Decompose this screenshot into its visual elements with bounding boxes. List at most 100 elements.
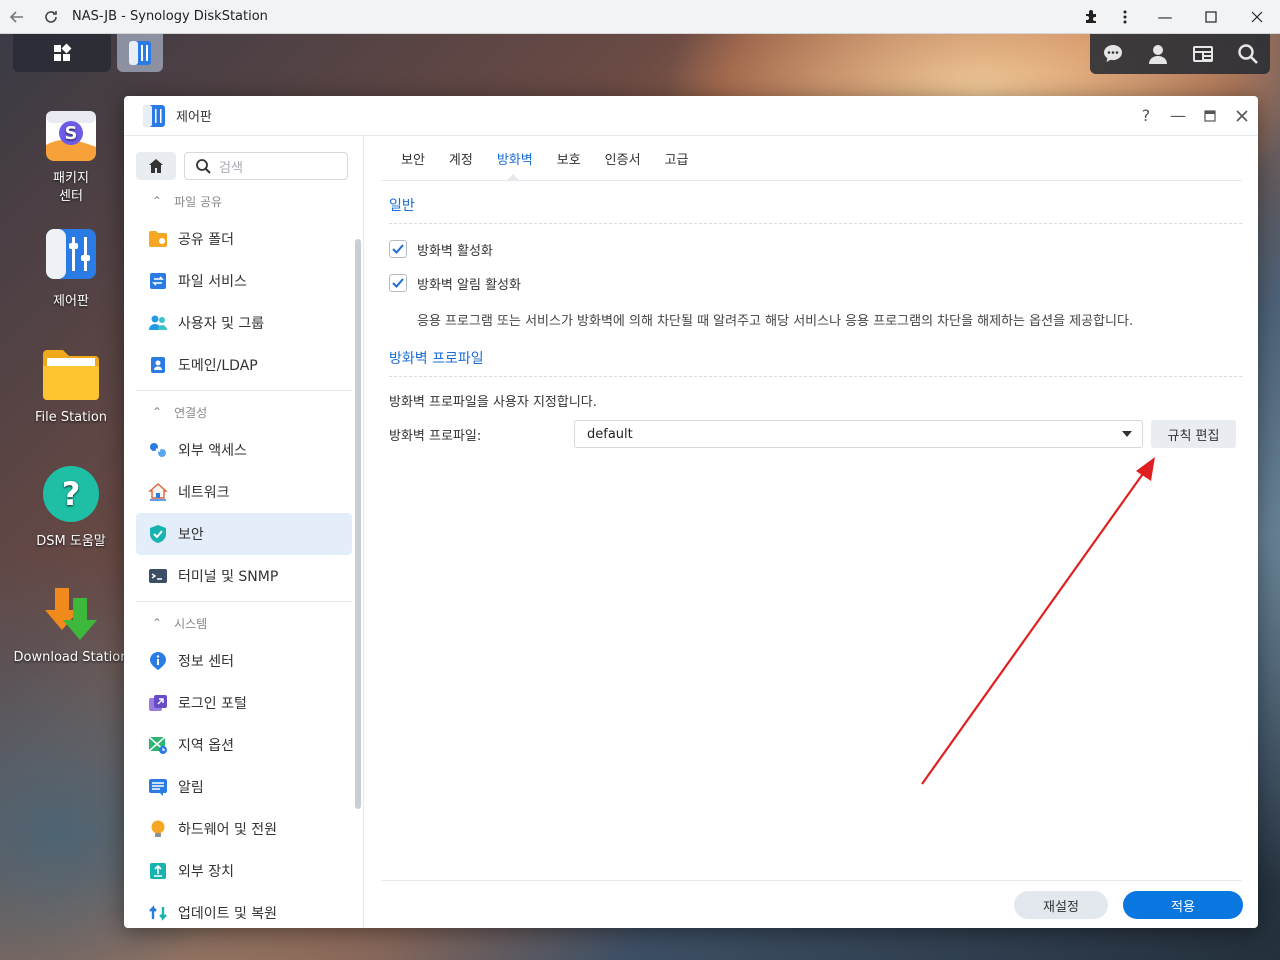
sidebar-item-label: 터미널 및 SNMP — [178, 569, 279, 585]
tab-certificate[interactable]: 인증서 — [593, 149, 653, 180]
sidebar-item-info-center[interactable]: 정보 센터 — [136, 640, 352, 682]
sidebar-item-login-portal[interactable]: 로그인 포털 — [136, 682, 352, 724]
domain-icon — [148, 355, 168, 375]
sidebar-item-users-groups[interactable]: 사용자 및 그룹 — [136, 302, 352, 344]
control-panel-icon — [41, 224, 101, 284]
desktop-download-station[interactable]: Download Station — [11, 584, 131, 665]
tab-protection[interactable]: 보호 — [545, 149, 593, 180]
tab-account[interactable]: 계정 — [437, 149, 485, 180]
enable-firewall-checkbox[interactable] — [389, 240, 407, 258]
apply-button[interactable]: 적용 — [1123, 891, 1243, 919]
lightbulb-icon — [148, 819, 168, 839]
search-placeholder: 검색 — [219, 160, 243, 176]
sidebar-item-label: 도메인/LDAP — [178, 358, 258, 374]
tab-firewall[interactable]: 방화벽 — [485, 149, 545, 180]
system-tray — [1090, 34, 1270, 74]
update-arrows-icon — [148, 903, 168, 923]
main-menu-button[interactable] — [13, 34, 111, 72]
sidebar-item-external-devices[interactable]: 외부 장치 — [136, 850, 352, 892]
back-icon[interactable] — [0, 0, 34, 34]
sidebar-item-label: 외부 액세스 — [178, 443, 247, 459]
sidebar-item-label: 지역 옵션 — [178, 738, 234, 754]
sidebar-item-update-restore[interactable]: 업데이트 및 복원 — [136, 892, 352, 928]
reset-button[interactable]: 재설정 — [1014, 891, 1108, 919]
close-icon[interactable] — [1226, 96, 1258, 136]
enable-notifications-label: 방화벽 알림 활성화 — [417, 277, 521, 293]
profile-select-value: default — [587, 426, 633, 442]
tab-advanced[interactable]: 고급 — [653, 149, 701, 180]
enable-notifications-row: 방화벽 알림 활성화 — [389, 266, 1258, 300]
enable-notifications-checkbox[interactable] — [389, 274, 407, 292]
extensions-icon[interactable] — [1074, 0, 1108, 34]
sidebar-item-security[interactable]: 보안 — [136, 513, 352, 555]
dsm-desktop: S 패키지센터 제어판 File Station ? DSM 도움말 Downl… — [0, 34, 1280, 960]
maximize-icon[interactable] — [1188, 0, 1234, 34]
widgets-icon[interactable] — [1190, 41, 1216, 67]
sidebar-item-label: 공유 폴더 — [178, 232, 234, 248]
search-icon[interactable] — [1235, 41, 1261, 67]
sidebar-item-shared-folder[interactable]: 공유 폴더 — [136, 218, 352, 260]
external-access-icon — [148, 440, 168, 460]
desktop-control-panel[interactable]: 제어판 — [11, 224, 131, 309]
desktop-icon-label: 패키지 — [53, 171, 89, 186]
enable-firewall-label: 방화벽 활성화 — [417, 243, 493, 259]
tab-bar: 보안 계정 방화벽 보호 인증서 고급 — [365, 136, 1258, 180]
svg-text:?: ? — [62, 475, 81, 513]
desktop-icon-label: DSM 도움말 — [36, 534, 106, 549]
window-header: 제어판 ? — — [124, 96, 1258, 136]
sidebar-item-domain-ldap[interactable]: 도메인/LDAP — [136, 344, 352, 386]
menu-kebab-icon[interactable] — [1108, 0, 1142, 34]
tab-divider — [381, 180, 1242, 181]
home-button[interactable] — [136, 152, 176, 180]
maximize-icon[interactable] — [1194, 96, 1226, 136]
sidebar-item-label: 네트워크 — [178, 485, 230, 501]
edit-rules-button[interactable]: 규칙 편집 — [1151, 420, 1236, 448]
browser-titlebar: NAS-JB - Synology DiskStation — — [0, 0, 1280, 34]
sidebar-item-hardware-power[interactable]: 하드웨어 및 전원 — [136, 808, 352, 850]
sidebar-item-label: 파일 서비스 — [178, 274, 247, 290]
sidebar-group-connectivity[interactable]: ⌃ 연결성 — [136, 395, 352, 429]
profile-row: 방화벽 프로파일: default 규칙 편집 — [389, 420, 1258, 448]
network-house-icon — [148, 482, 168, 502]
home-icon — [149, 159, 163, 173]
login-portal-icon — [148, 693, 168, 713]
taskbar-control-panel[interactable] — [117, 34, 163, 72]
svg-text:S: S — [65, 123, 78, 144]
sidebar-item-notification[interactable]: 알림 — [136, 766, 352, 808]
sidebar-group-file-sharing[interactable]: ⌃ 파일 공유 — [136, 184, 352, 218]
desktop-file-station[interactable]: File Station — [11, 344, 131, 425]
help-icon[interactable]: ? — [1130, 96, 1162, 136]
sidebar-item-regional-options[interactable]: 지역 옵션 — [136, 724, 352, 766]
shield-icon — [148, 524, 168, 544]
tab-security[interactable]: 보안 — [389, 149, 437, 180]
divider — [136, 601, 352, 602]
sidebar-item-terminal-snmp[interactable]: 터미널 및 SNMP — [136, 555, 352, 597]
search-input[interactable]: 검색 — [184, 152, 348, 180]
enable-firewall-row: 방화벽 활성화 — [389, 232, 1258, 266]
help-icon: ? — [41, 464, 101, 524]
desktop-icon-label: 센터 — [59, 189, 83, 204]
download-arrows-icon — [41, 584, 101, 644]
desktop-dsm-help[interactable]: ? DSM 도움말 — [11, 464, 131, 549]
sidebar-group-system[interactable]: ⌃ 시스템 — [136, 606, 352, 640]
file-services-icon — [148, 271, 168, 291]
user-icon[interactable] — [1145, 41, 1171, 67]
minimize-icon[interactable]: — — [1162, 96, 1194, 136]
chevron-up-icon: ⌃ — [152, 616, 163, 630]
sidebar-item-external-access[interactable]: 외부 액세스 — [136, 429, 352, 471]
sidebar-item-network[interactable]: 네트워크 — [136, 471, 352, 513]
sidebar-group-label: 시스템 — [174, 616, 208, 631]
notification-icon — [148, 777, 168, 797]
terminal-icon — [148, 566, 168, 586]
profile-select[interactable]: default — [574, 420, 1143, 448]
reload-icon[interactable] — [34, 0, 68, 34]
sidebar-scrollbar[interactable] — [355, 239, 361, 809]
sidebar-group-label: 연결성 — [174, 405, 208, 420]
desktop-package-center[interactable]: S 패키지센터 — [11, 104, 131, 206]
minimize-icon[interactable]: — — [1142, 0, 1188, 34]
sidebar: 검색 ⌃ 파일 공유 공유 폴더 파일 서비스 사용자 및 그룹 도메인/LDA… — [124, 136, 364, 928]
chat-icon[interactable] — [1100, 41, 1126, 67]
close-icon[interactable] — [1234, 0, 1280, 34]
section-title-profile: 방화벽 프로파일 — [389, 348, 1242, 377]
sidebar-item-file-services[interactable]: 파일 서비스 — [136, 260, 352, 302]
